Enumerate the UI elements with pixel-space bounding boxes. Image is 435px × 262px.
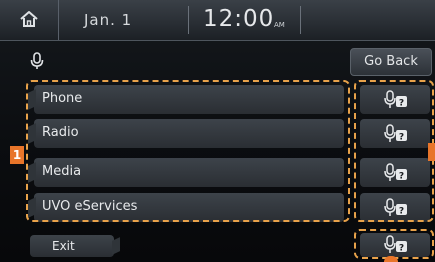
screen: Jan. 1 12:00 AM Go Back Phone Radio Medi… — [0, 0, 435, 262]
divider — [188, 6, 189, 34]
divider — [300, 6, 301, 34]
go-back-button[interactable]: Go Back — [350, 48, 432, 76]
clock-ampm: AM — [274, 21, 285, 29]
microphone-icon — [30, 52, 44, 69]
home-icon — [20, 11, 38, 27]
exit-label: Exit — [52, 239, 75, 253]
row-tab — [112, 237, 120, 255]
home-button[interactable] — [0, 0, 59, 40]
annotation-frame-voice — [354, 80, 434, 222]
status-bar: Jan. 1 12:00 AM — [0, 0, 435, 41]
annotation-badge-3 — [384, 256, 398, 262]
annotation-badge-2 — [428, 143, 435, 161]
annotation-frame-exit-voice — [354, 229, 434, 259]
clock-time: 12:00 — [203, 6, 275, 32]
exit-button[interactable]: Exit — [30, 235, 120, 257]
annotation-badge-1: 1 — [10, 146, 24, 164]
date-display: Jan. 1 — [84, 11, 133, 29]
annotation-frame-menu — [26, 80, 350, 222]
